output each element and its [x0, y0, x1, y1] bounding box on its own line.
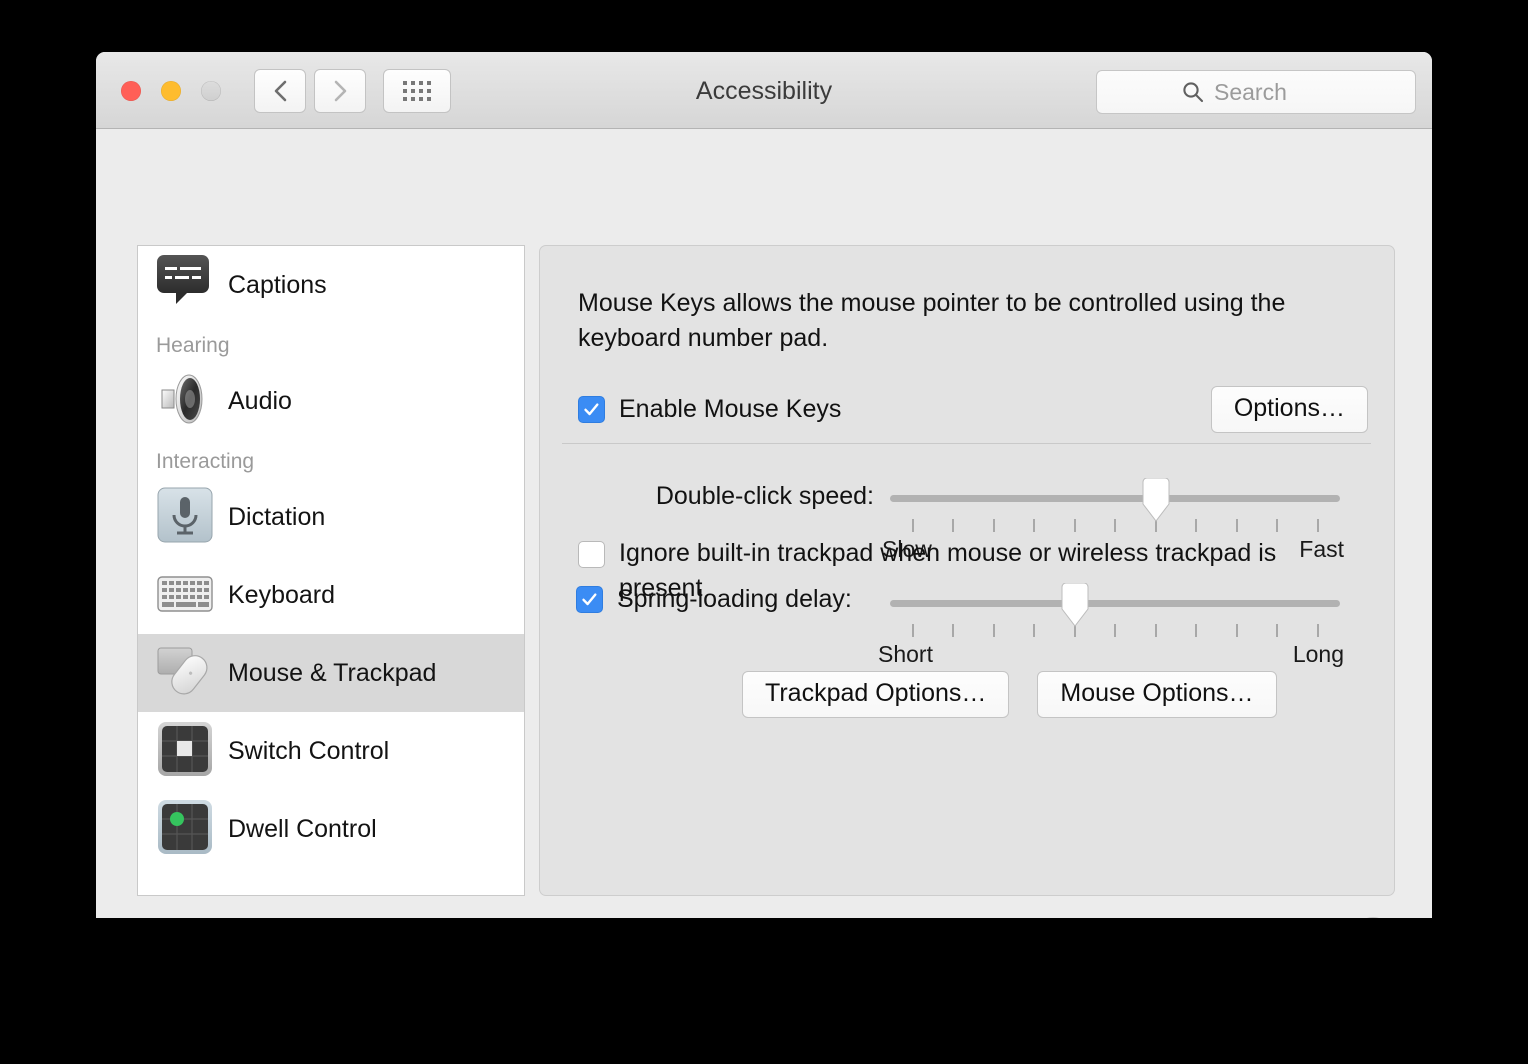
enable-mouse-keys-row: Enable Mouse Keys Options…	[578, 386, 1368, 433]
enable-mouse-keys-checkbox-group[interactable]: Enable Mouse Keys	[578, 395, 841, 424]
panel-divider	[562, 443, 1371, 444]
preferences-window: Accessibility	[96, 52, 1432, 918]
sidebar-item-dwell-control[interactable]: Dwell Control	[138, 790, 524, 868]
ignore-trackpad-checkbox[interactable]	[578, 541, 605, 568]
sidebar-item-label: Captions	[228, 271, 327, 300]
sidebar-item-label: Keyboard	[228, 581, 335, 610]
audio-icon	[156, 370, 218, 432]
keyboard-icon	[156, 564, 218, 626]
sidebar-item-keyboard[interactable]: Keyboard	[138, 556, 524, 634]
sidebar-item-label: Audio	[228, 387, 292, 416]
sidebar-item-label: Dwell Control	[228, 815, 377, 844]
sidebar-item-switch-control[interactable]: Switch Control	[138, 712, 524, 790]
sidebar-item-captions[interactable]: Captions	[138, 246, 524, 324]
slider-ticks	[890, 519, 1340, 532]
spring-loading-max-label: Long	[1293, 641, 1344, 668]
mouse-options-button[interactable]: Mouse Options…	[1037, 671, 1276, 718]
help-button[interactable]: ?	[1355, 917, 1391, 918]
mouse-keys-description: Mouse Keys allows the mouse pointer to b…	[578, 286, 1358, 356]
dwell-control-icon	[156, 798, 218, 860]
ignore-trackpad-row[interactable]: Ignore built-in trackpad when mouse or w…	[578, 536, 1364, 606]
sidebar-item-dictation[interactable]: Dictation	[138, 478, 524, 556]
panel-action-buttons: Trackpad Options… Mouse Options…	[742, 671, 1277, 718]
enable-mouse-keys-label: Enable Mouse Keys	[619, 395, 841, 424]
search-input[interactable]	[1214, 79, 1394, 106]
sidebar-item-label: Dictation	[228, 503, 325, 532]
sidebar-group-hearing: Hearing	[138, 324, 524, 362]
captions-icon	[156, 254, 218, 316]
ignore-trackpad-label: Ignore built-in trackpad when mouse or w…	[619, 536, 1364, 606]
spring-loading-min-label: Short	[878, 641, 933, 668]
dictation-icon	[156, 486, 218, 548]
sidebar-item-mouse-trackpad[interactable]: Mouse & Trackpad	[138, 634, 524, 712]
slider-track[interactable]	[890, 495, 1340, 502]
search-field[interactable]	[1096, 70, 1416, 114]
window-titlebar: Accessibility	[96, 52, 1432, 129]
mouse-keys-options-button[interactable]: Options…	[1211, 386, 1368, 433]
checkmark-icon	[582, 400, 601, 419]
search-icon	[1181, 80, 1205, 104]
slider-ticks	[890, 624, 1340, 637]
switch-control-icon	[156, 720, 218, 782]
enable-mouse-keys-checkbox[interactable]	[578, 396, 605, 423]
sidebar-item-label: Mouse & Trackpad	[228, 659, 436, 688]
mouse-trackpad-icon	[156, 642, 218, 704]
double-click-speed-label: Double-click speed:	[574, 482, 874, 511]
slider-thumb[interactable]	[1140, 478, 1172, 523]
sidebar-item-label: Switch Control	[228, 737, 389, 766]
window-body: Captions Hearing	[96, 129, 1432, 918]
sidebar-group-interacting: Interacting	[138, 440, 524, 478]
mouse-trackpad-settings-panel: Mouse Keys allows the mouse pointer to b…	[539, 245, 1395, 896]
accessibility-feature-list[interactable]: Captions Hearing	[137, 245, 525, 896]
sidebar-item-audio[interactable]: Audio	[138, 362, 524, 440]
trackpad-options-button[interactable]: Trackpad Options…	[742, 671, 1009, 718]
